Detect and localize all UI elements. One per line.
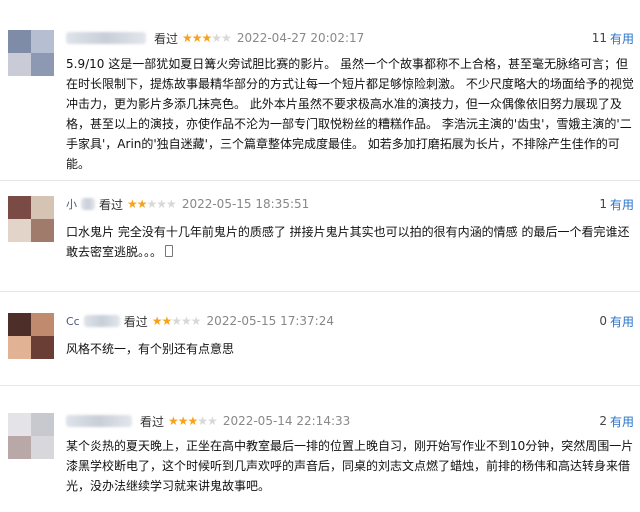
rating-stars: ★★★★★ — [127, 197, 177, 211]
avatar[interactable] — [8, 313, 54, 359]
useful-vote: 11 有用 — [592, 29, 634, 47]
rating-stars: ★★★★★ — [168, 414, 218, 428]
review-header: 小 看过 ★★★★★ 2022-05-15 18:35:51 — [66, 195, 309, 213]
avatar[interactable] — [8, 196, 54, 242]
mobile-icon — [165, 245, 174, 257]
username[interactable]: 小 — [66, 196, 77, 212]
username-blurred[interactable] — [83, 315, 120, 327]
username-blurred[interactable] — [66, 32, 146, 44]
username-blurred[interactable] — [81, 198, 95, 210]
useful-button[interactable]: 有用 — [610, 313, 634, 330]
review-content: 某个炎热的夏天晚上，正坐在高中教室最后一排的位置上晚自习，刚开始写作业不到10分… — [66, 439, 634, 493]
useful-count: 11 — [591, 31, 607, 45]
useful-count: 0 — [599, 314, 607, 328]
review-time[interactable]: 2022-05-15 17:37:24 — [207, 314, 334, 328]
review-content: 口水鬼片 完全没有十几年前鬼片的质感了 拼接片鬼片其实也可以拍的很有内涵的情感 … — [66, 222, 634, 262]
useful-button[interactable]: 有用 — [610, 413, 634, 430]
review-item: 看过 ★★★★★ 2022-05-14 22:14:33 2 有用 某个炎热的夏… — [0, 383, 640, 512]
review-header: Cc 看过 ★★★★★ 2022-05-15 17:37:24 — [66, 312, 334, 330]
review-time[interactable]: 2022-05-15 18:35:51 — [182, 197, 309, 211]
rating-stars: ★★★★★ — [151, 314, 202, 328]
review-content: 5.9/10 这是一部犹如夏日篝火旁试胆比赛的影片。 虽然一个个故事都称不上合格… — [66, 57, 634, 171]
useful-count: 2 — [599, 414, 607, 428]
review-item: Cc 看过 ★★★★★ 2022-05-15 17:37:24 0 有用 风格不… — [0, 283, 640, 386]
avatar[interactable] — [8, 413, 54, 459]
watch-status: 看过 — [123, 314, 148, 329]
review-time[interactable]: 2022-04-27 20:02:17 — [237, 31, 364, 45]
watch-status: 看过 — [140, 414, 165, 429]
useful-button[interactable]: 有用 — [610, 196, 634, 213]
username[interactable]: Cc — [66, 315, 80, 328]
useful-vote: 0 有用 — [599, 312, 634, 330]
watch-status: 看过 — [99, 197, 124, 212]
useful-vote: 2 有用 — [599, 412, 634, 430]
review-header: 看过 ★★★★★ 2022-05-14 22:14:33 — [66, 412, 350, 430]
useful-button[interactable]: 有用 — [610, 30, 634, 47]
useful-count: 1 — [599, 197, 607, 211]
rating-stars: ★★★★★ — [182, 31, 232, 45]
watch-status: 看过 — [154, 31, 179, 46]
useful-vote: 1 有用 — [599, 195, 634, 213]
avatar[interactable] — [8, 30, 54, 76]
review-item: 小 看过 ★★★★★ 2022-05-15 18:35:51 1 有用 口水鬼片… — [0, 166, 640, 292]
review-time[interactable]: 2022-05-14 22:14:33 — [223, 414, 350, 428]
review-header: 看过 ★★★★★ 2022-04-27 20:02:17 — [66, 29, 364, 47]
username-blurred[interactable] — [66, 415, 132, 427]
review-text: 口水鬼片 完全没有十几年前鬼片的质感了 拼接片鬼片其实也可以拍的很有内涵的情感 … — [66, 225, 630, 259]
review-content: 风格不统一，有个别还有点意思 — [66, 342, 235, 356]
review-item: 看过 ★★★★★ 2022-04-27 20:02:17 11 有用 5.9/1… — [0, 0, 640, 186]
